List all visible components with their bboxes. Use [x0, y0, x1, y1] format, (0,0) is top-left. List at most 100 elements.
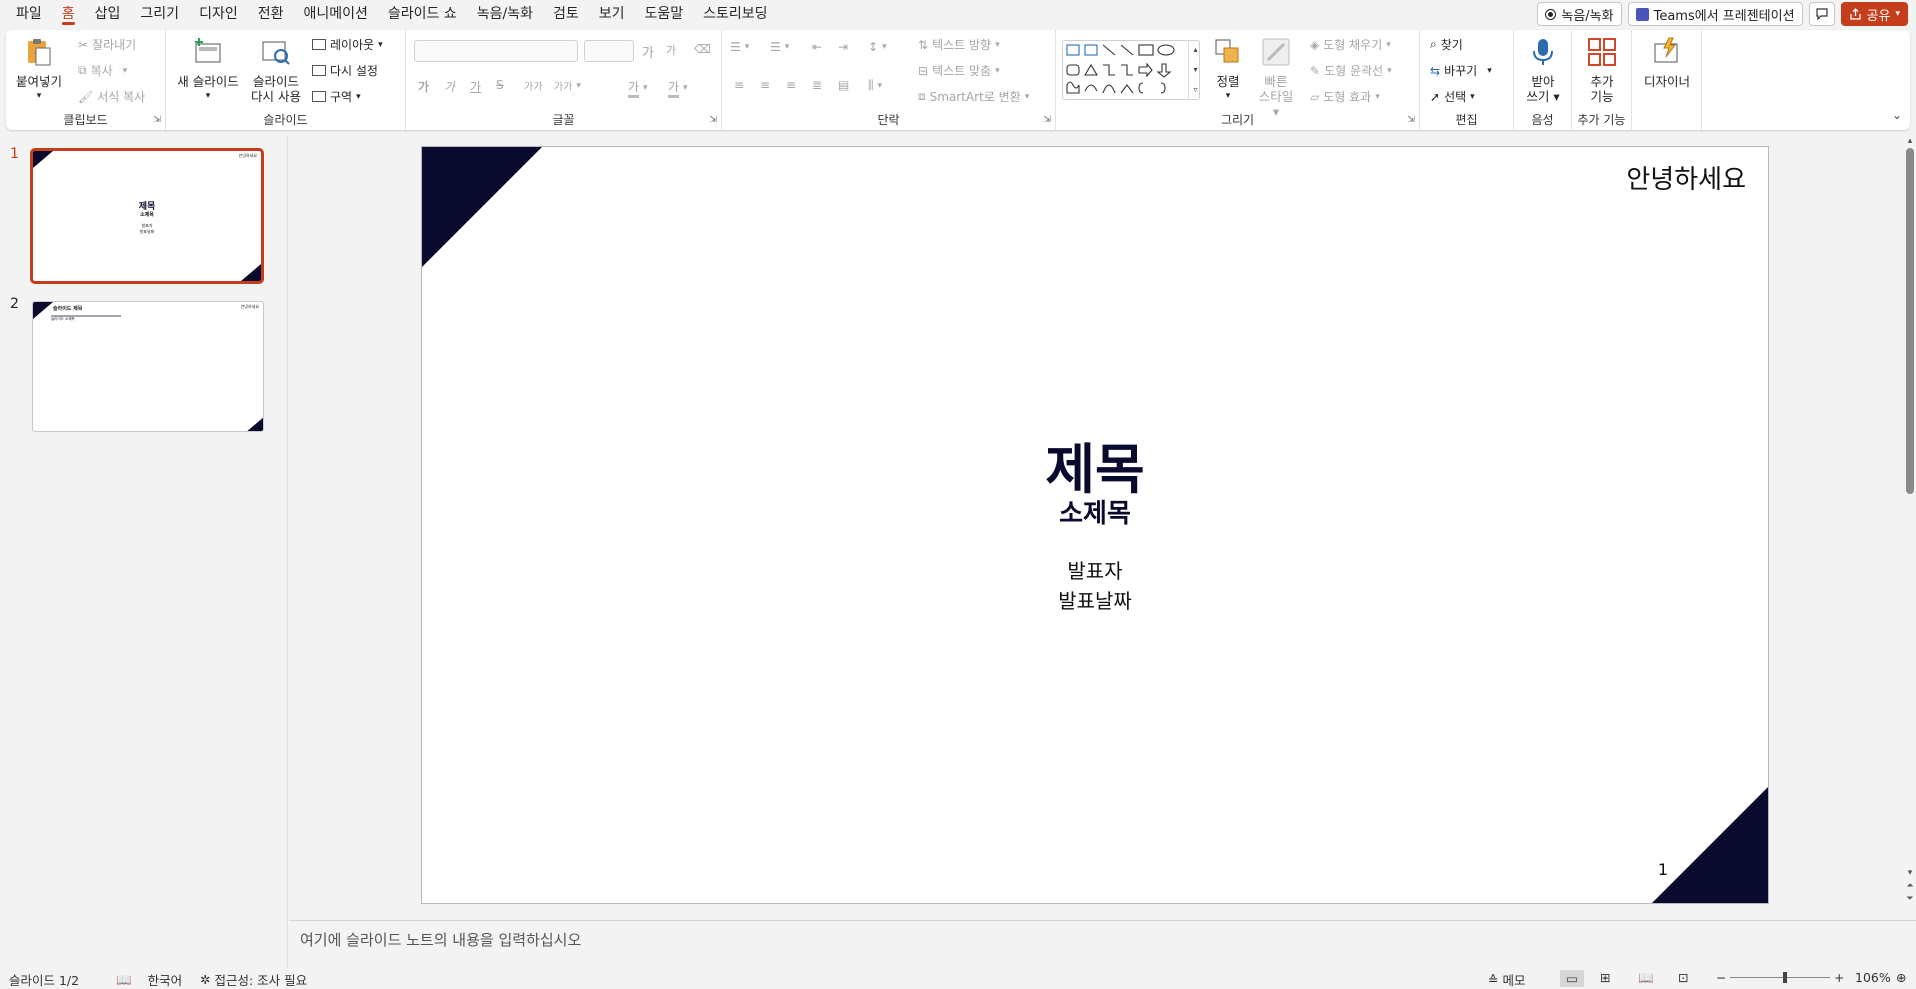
shape-fill-button[interactable]: ◈ 도형 채우기 ▾	[1310, 36, 1391, 53]
select-button[interactable]: ➚ 선택 ▾	[1430, 88, 1475, 105]
slide-date[interactable]: 발표날짜	[422, 585, 1768, 614]
italic-button[interactable]: 가	[444, 78, 455, 95]
strikethrough-button[interactable]: S	[496, 78, 504, 92]
scroll-thumb[interactable]	[1906, 148, 1914, 494]
addins-button[interactable]: 추가 기능	[1578, 36, 1626, 104]
slide-canvas[interactable]: 안녕하세요 제목 소제목 발표자 발표날짜 1	[421, 146, 1769, 904]
vertical-scrollbar[interactable]: ▴ ▾ ⏶ ⏷	[1904, 136, 1916, 906]
smartart-button[interactable]: ⧈ SmartArt로 변환 ▾	[918, 88, 1029, 105]
align-left-button[interactable]: ≡	[734, 78, 744, 92]
tab-storyboarding[interactable]: 스토리보딩	[693, 0, 777, 28]
slide-thumbnail-2[interactable]: 안녕하세요 슬라이드 제목 슬라이드 소제목	[32, 301, 264, 432]
designer-button[interactable]: 디자이너	[1638, 36, 1696, 89]
increase-indent-button[interactable]: ⇥	[838, 40, 848, 54]
notes-toggle-button[interactable]: ≙ 메모	[1488, 970, 1526, 989]
notes-pane[interactable]: 여기에 슬라이드 노트의 내용을 입력하십시오	[289, 920, 1916, 968]
cut-button[interactable]: ✂ 잘라내기	[78, 36, 136, 53]
dialog-launcher-icon[interactable]: ⇲	[1407, 115, 1415, 125]
normal-view-button[interactable]: ▭	[1560, 970, 1584, 987]
slide-presenter[interactable]: 발표자	[422, 555, 1768, 584]
shapes-gallery[interactable]	[1062, 40, 1200, 100]
tab-record[interactable]: 녹음/녹화	[467, 0, 543, 28]
section-button[interactable]: 구역 ▾	[312, 88, 361, 105]
align-center-button[interactable]: ≡	[760, 78, 770, 92]
columns-button[interactable]: ⫼ ▾	[868, 78, 882, 93]
chevron-up-icon[interactable]: ▴	[1904, 136, 1916, 146]
fit-to-window-button[interactable]: ⊕	[1896, 970, 1906, 985]
tab-review[interactable]: 검토	[543, 0, 589, 28]
tab-draw[interactable]: 그리기	[130, 0, 189, 28]
language-indicator[interactable]: 📖 한국어	[116, 970, 182, 989]
next-slide-icon[interactable]: ⏷	[1904, 893, 1916, 906]
tab-transitions[interactable]: 전환	[248, 0, 294, 28]
reset-button[interactable]: 다시 설정	[312, 62, 378, 79]
dialog-launcher-icon[interactable]: ⇲	[709, 115, 717, 125]
grow-font-button[interactable]: 가	[642, 42, 654, 61]
zoom-slider[interactable]	[1730, 972, 1830, 983]
dictate-button[interactable]: 받아 쓰기 ▾	[1518, 36, 1568, 104]
reading-view-button[interactable]: 📖	[1638, 970, 1654, 986]
dialog-launcher-icon[interactable]: ⇲	[1043, 115, 1051, 125]
align-right-button[interactable]: ≡	[786, 78, 796, 92]
collapse-ribbon-button[interactable]: ⌄	[1892, 108, 1902, 122]
format-painter-button[interactable]: 🖌 서식 복사	[78, 88, 145, 105]
share-button[interactable]: 공유 ▾	[1840, 2, 1908, 26]
bullets-button[interactable]: ☰ ▾	[730, 40, 749, 54]
tab-animations[interactable]: 애니메이션	[293, 0, 377, 28]
numbering-button[interactable]: ☰ ▾	[770, 40, 789, 54]
font-color-button[interactable]: 가 ▾	[668, 78, 688, 98]
shape-effects-button[interactable]: ▱ 도형 효과 ▾	[1310, 88, 1380, 105]
find-button[interactable]: ⌕ 찾기	[1430, 36, 1463, 53]
tab-slideshow[interactable]: 슬라이드 쇼	[378, 0, 467, 28]
reuse-slides-button[interactable]: 슬라이드 다시 사용	[248, 36, 304, 104]
underline-button[interactable]: 가	[470, 78, 481, 95]
justify-button[interactable]: ≣	[812, 78, 822, 92]
teams-present-button[interactable]: Teams에서 프레젠테이션	[1627, 2, 1803, 26]
zoom-in-button[interactable]: +	[1834, 970, 1844, 985]
tab-help[interactable]: 도움말	[635, 0, 694, 28]
tab-design[interactable]: 디자인	[189, 0, 248, 28]
zoom-slider-thumb[interactable]	[1782, 972, 1787, 983]
layout-button[interactable]: 레이아웃 ▾	[312, 36, 383, 53]
slide-thumbnail-1[interactable]: 안녕하세요 제목 소제목 발표자 발표날짜	[30, 148, 264, 284]
zoom-level[interactable]: 106%	[1855, 970, 1891, 985]
bold-button[interactable]: 가	[418, 78, 429, 95]
replace-button[interactable]: ⇆ 바꾸기 ▾	[1430, 62, 1492, 79]
tab-view[interactable]: 보기	[589, 0, 635, 28]
paste-button[interactable]: 붙여넣기 ▾	[14, 36, 64, 104]
shapes-gallery-scroll[interactable]: ▴ ▾ ▿	[1188, 40, 1202, 100]
font-size-combobox[interactable]	[584, 40, 634, 62]
tab-home[interactable]: 홈	[52, 0, 85, 28]
slide-subtitle[interactable]: 소제목	[422, 493, 1768, 530]
slide-sorter-button[interactable]: ⊞	[1600, 970, 1610, 985]
slideshow-button[interactable]: ⊡	[1678, 970, 1688, 985]
comments-button[interactable]	[1808, 2, 1835, 26]
tab-insert[interactable]: 삽입	[85, 0, 131, 28]
tab-file[interactable]: 파일	[6, 0, 52, 28]
character-spacing-button[interactable]: 가가	[524, 78, 542, 93]
new-slide-button[interactable]: 새 슬라이드 ▾	[176, 36, 240, 104]
slide-corner-text[interactable]: 안녕하세요	[1626, 159, 1746, 196]
record-button[interactable]: 녹음/녹화	[1537, 2, 1622, 26]
accessibility-button[interactable]: ✲ 접근성: 조사 필요	[200, 970, 307, 989]
dialog-launcher-icon[interactable]: ⇲	[153, 115, 161, 125]
decrease-indent-button[interactable]: ⇤	[812, 40, 822, 54]
shape-outline-button[interactable]: ✎ 도형 윤곽선 ▾	[1310, 62, 1392, 79]
highlight-button[interactable]: 가 ▾	[628, 78, 648, 98]
distributed-button[interactable]: ▤	[838, 78, 849, 92]
line-spacing-button[interactable]: ↕ ▾	[868, 40, 887, 54]
zoom-out-button[interactable]: −	[1716, 970, 1726, 985]
clear-formatting-button[interactable]: ⌫	[694, 42, 711, 56]
arrange-button[interactable]: 정렬 ▾	[1206, 36, 1250, 104]
previous-slide-icon[interactable]: ⏶	[1904, 880, 1916, 893]
shrink-font-button[interactable]: 가	[666, 42, 676, 58]
align-text-button[interactable]: ⊟ 텍스트 맞춤 ▾	[918, 62, 1000, 79]
font-name-combobox[interactable]	[414, 40, 578, 62]
change-case-button[interactable]: 가가 ▾	[554, 78, 581, 94]
quick-styles-button[interactable]: 빠른 스타일 ▾	[1254, 36, 1298, 119]
notes-placeholder[interactable]: 여기에 슬라이드 노트의 내용을 입력하십시오	[300, 929, 581, 950]
chevron-down-icon[interactable]: ▾	[1904, 867, 1916, 880]
thumbnail-subtitle: 소제목	[140, 212, 154, 218]
copy-button[interactable]: ⧉ 복사 ▾	[78, 62, 127, 79]
text-direction-button[interactable]: ⇅ 텍스트 방향 ▾	[918, 36, 1000, 53]
